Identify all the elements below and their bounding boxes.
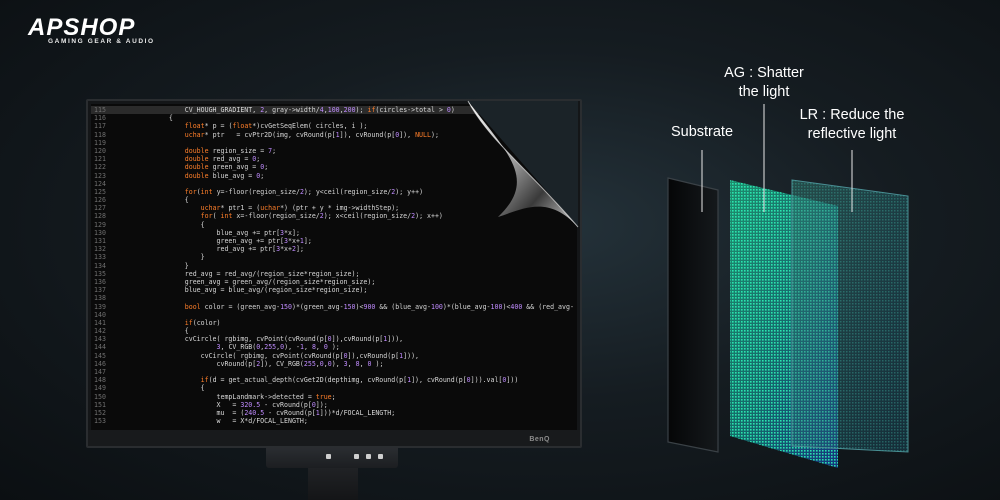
substrate-layer: [667, 177, 719, 453]
ag-label: AG : Shatter the light: [724, 65, 804, 100]
layers-illustration: [667, 104, 909, 468]
substrate-label: Substrate: [670, 124, 734, 140]
lr-label: LR : Reduce the reflective light: [799, 107, 905, 142]
